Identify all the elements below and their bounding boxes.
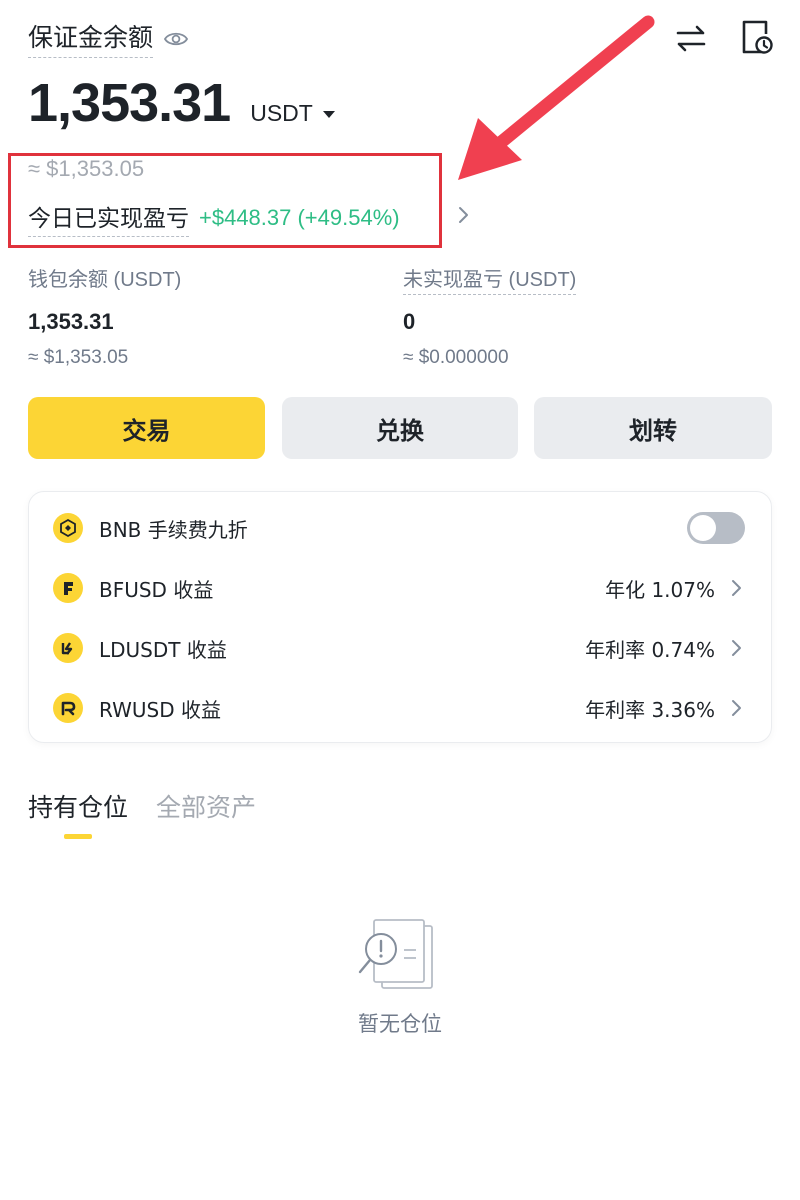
- page-title[interactable]: 保证金余额: [28, 18, 154, 58]
- chevron-right-icon: [732, 700, 741, 716]
- bfusd-yield-right: 年化 1.07%: [605, 574, 745, 603]
- tab-all-assets[interactable]: 全部资产: [156, 788, 256, 824]
- asset-tabs: 持有仓位 全部资产: [28, 788, 256, 824]
- toggle-knob: [690, 515, 716, 541]
- bnb-coin-icon: [53, 513, 83, 543]
- wallet-balance-stat: 钱包余额 (USDT) 1,353.31 ≈ $1,353.05: [28, 263, 181, 369]
- balance-approx-usd: ≈ $1,353.05: [28, 156, 145, 181]
- wallet-balance-value: 1,353.31: [28, 309, 114, 334]
- ldusdt-yield-right: 年利率 0.74%: [585, 634, 745, 663]
- wallet-balance-approx: ≈ $1,353.05: [28, 347, 129, 368]
- caret-down-icon: [322, 111, 335, 118]
- unrealized-pnl-approx: ≈ $0.000000: [403, 347, 509, 368]
- annotation-arrow: [458, 15, 655, 180]
- unrealized-pnl-label[interactable]: 未实现盈亏 (USDT): [403, 263, 577, 295]
- active-tab-indicator: [64, 834, 92, 839]
- bnb-fee-discount-toggle[interactable]: [687, 512, 745, 544]
- chevron-right-icon: [732, 580, 741, 596]
- rwusd-yield-label: RWUSD 收益: [99, 697, 221, 722]
- balance-row: 1,353.31 USDT: [28, 72, 335, 134]
- ldusdt-coin-icon: [53, 633, 83, 663]
- trade-button[interactable]: 交易: [28, 397, 265, 459]
- bfusd-coin-icon: [53, 573, 83, 603]
- unrealized-pnl-stat: 未实现盈亏 (USDT) 0 ≈ $0.000000: [403, 263, 577, 369]
- convert-button[interactable]: 兑换: [282, 397, 518, 459]
- empty-positions-icon: [358, 919, 433, 989]
- today-pnl-row[interactable]: 今日已实现盈亏 +$448.37 (+49.54%): [28, 199, 400, 237]
- bfusd-yield-label: BFUSD 收益: [99, 577, 214, 602]
- title-row: 保证金余额: [28, 18, 189, 58]
- bfusd-yield-row[interactable]: BFUSD 收益 年化 1.07%: [53, 568, 745, 608]
- ldusdt-yield-rate: 年利率 0.74%: [585, 637, 715, 662]
- swap-icon[interactable]: [672, 20, 710, 58]
- history-icon[interactable]: [738, 18, 776, 56]
- tab-positions[interactable]: 持有仓位: [28, 788, 128, 824]
- rwusd-yield-row[interactable]: RWUSD 收益 年利率 3.36%: [53, 688, 745, 728]
- bnb-fee-discount-row: BNB 手续费九折: [53, 508, 745, 548]
- empty-positions-text: 暂无仓位: [358, 1012, 442, 1036]
- chevron-right-icon[interactable]: [452, 202, 476, 228]
- eye-icon[interactable]: [163, 29, 189, 49]
- currency-dropdown[interactable]: USDT: [250, 100, 335, 127]
- rwusd-yield-right: 年利率 3.36%: [585, 694, 745, 723]
- chevron-right-icon: [732, 640, 741, 656]
- rwusd-coin-icon: [53, 693, 83, 723]
- currency-label: USDT: [250, 100, 313, 126]
- transfer-button[interactable]: 划转: [534, 397, 772, 459]
- ldusdt-yield-row[interactable]: LDUSDT 收益 年利率 0.74%: [53, 628, 745, 668]
- today-pnl-value: +$448.37 (+49.54%): [199, 205, 400, 230]
- unrealized-pnl-value: 0: [403, 309, 416, 334]
- ldusdt-yield-label: LDUSDT 收益: [99, 637, 227, 662]
- today-pnl-label: 今日已实现盈亏: [28, 199, 189, 237]
- bnb-fee-discount-right: [687, 512, 745, 544]
- bnb-fee-discount-label: BNB 手续费九折: [99, 517, 248, 542]
- bfusd-yield-rate: 年化 1.07%: [605, 577, 715, 602]
- earn-features-card: BNB 手续费九折 BFUSD 收益 年化 1.07% LDUSDT 收益 年利…: [28, 491, 772, 743]
- rwusd-yield-rate: 年利率 3.36%: [585, 697, 715, 722]
- wallet-balance-label: 钱包余额 (USDT): [28, 269, 182, 291]
- margin-balance-value: 1,353.31: [28, 73, 231, 133]
